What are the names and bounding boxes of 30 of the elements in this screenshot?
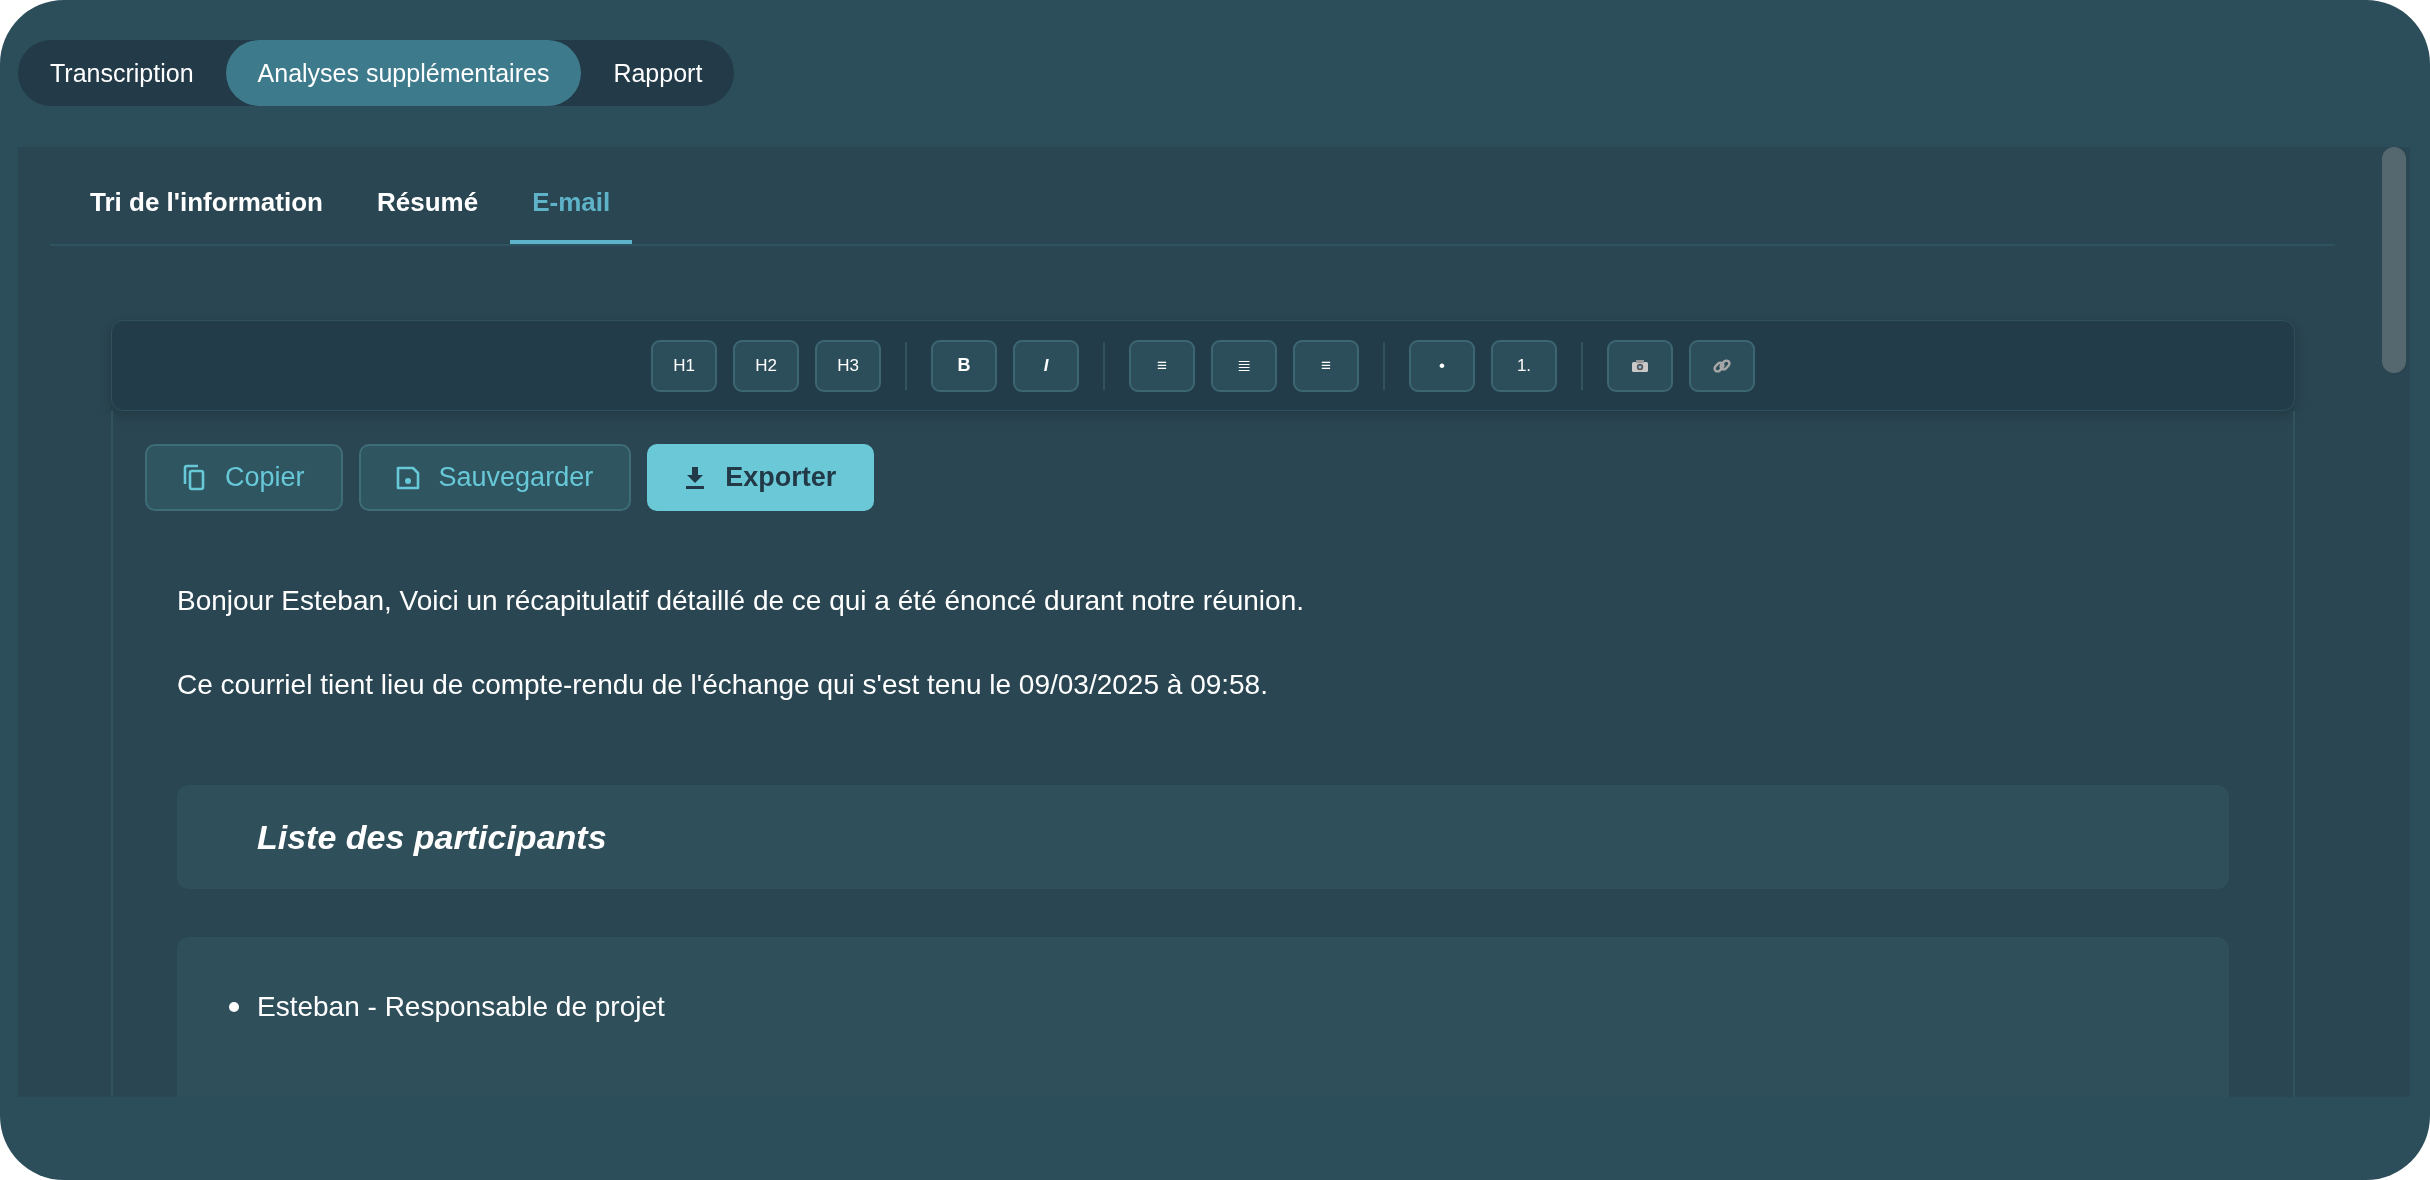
copy-icon [181, 463, 207, 492]
tab[interactable]: Résumé [355, 187, 501, 244]
tab[interactable]: Rapport [581, 40, 735, 106]
tab[interactable]: Tri de l'information [70, 187, 345, 244]
format-button[interactable]: 1. [1491, 339, 1557, 392]
tab[interactable]: Analyses supplémentaires [225, 40, 582, 106]
tab[interactable]: Transcription [18, 40, 226, 106]
format-button[interactable]: ≣ [1211, 339, 1277, 392]
action-button[interactable]: Exporter [647, 444, 875, 511]
tab[interactable]: E-mail [510, 187, 633, 244]
format-button[interactable]: H2 [733, 339, 799, 392]
format-button[interactable]: H3 [815, 339, 881, 392]
action-button[interactable]: Sauvegarder [358, 444, 632, 511]
email-paragraph: Ce courriel tient lieu de compte-rendu de l'échange qui s'est tenu le 09/03/2025 à 09:58. [177, 668, 1269, 702]
email-paragraph: Bonjour Esteban, Voici un récapitulatif détaillé de ce qui a été énoncé durant notre réunion. [177, 584, 1305, 618]
save-icon [394, 464, 421, 491]
format-button[interactable]: ≡ [1129, 339, 1195, 392]
bullet-icon [229, 1002, 239, 1012]
participant-item: Esteban - Responsable de projet [257, 991, 665, 1023]
action-button[interactable]: Copier [145, 444, 343, 511]
format-button[interactable] [1689, 339, 1755, 392]
format-button[interactable]: H1 [651, 339, 717, 392]
section-title: Liste des participants [257, 817, 607, 857]
format-button[interactable]: I [1013, 339, 1079, 392]
format-button[interactable]: B [931, 339, 997, 392]
format-button[interactable]: ≡ [1293, 339, 1359, 392]
camera-icon [1631, 358, 1649, 373]
format-button[interactable]: • [1409, 339, 1475, 392]
scrollbar-thumb[interactable] [2382, 147, 2406, 373]
format-button[interactable] [1607, 339, 1673, 392]
